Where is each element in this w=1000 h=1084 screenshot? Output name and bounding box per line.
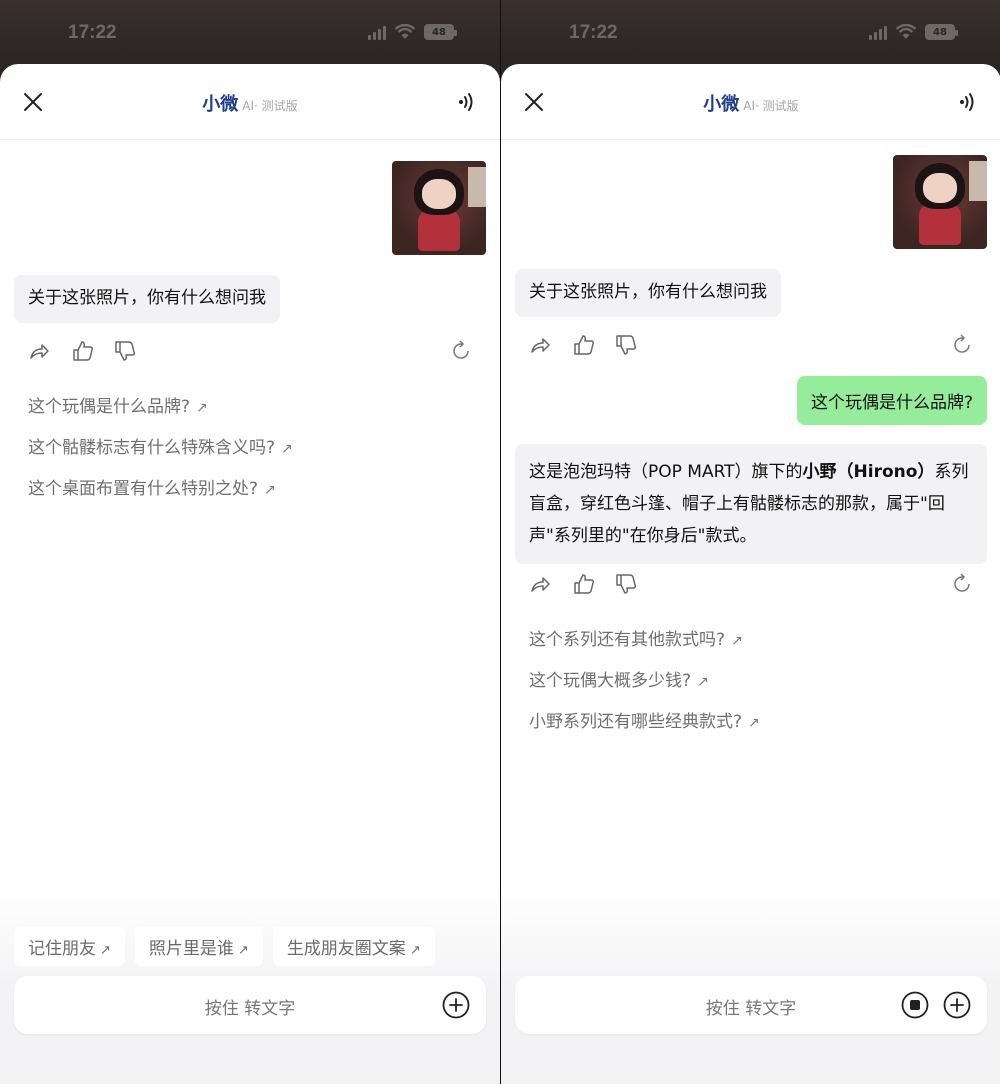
system-icons: 48	[368, 24, 457, 40]
system-icons: 48	[869, 24, 958, 40]
signal-icon	[368, 24, 386, 40]
arrow-icon: ↗	[237, 943, 249, 958]
regenerate-icon[interactable]	[951, 573, 973, 595]
voice-input-bar[interactable]: 按住 转文字	[14, 976, 486, 1034]
reply-text-part: 这是泡泡玛特（POP MART）旗下的	[529, 462, 803, 482]
share-icon[interactable]	[529, 334, 551, 356]
ai-message-bubble: 关于这张照片，你有什么想问我	[515, 269, 781, 317]
photo-figure-face	[923, 173, 957, 203]
signal-icon	[869, 24, 887, 40]
arrow-icon: ↗	[748, 715, 760, 731]
suggestion-label: 这个桌面布置有什么特别之处?	[28, 479, 259, 499]
voice-playback-icon[interactable]	[957, 90, 977, 114]
suggestion-label: 这个玩偶大概多少钱?	[529, 671, 692, 691]
arrow-icon: ↗	[264, 482, 276, 498]
assistant-subtitle: AI· 测试版	[743, 99, 799, 113]
status-bar: 17:22 48	[0, 0, 500, 64]
voice-playback-icon[interactable]	[456, 90, 476, 114]
chip-moments-caption[interactable]: 生成朋友圈文案 ↗	[272, 927, 435, 966]
user-photo-message[interactable]	[893, 155, 987, 249]
message-actions	[529, 334, 973, 358]
plus-icon[interactable]	[442, 991, 470, 1019]
message-actions	[529, 573, 973, 597]
chip-label: 生成朋友圈文案	[286, 939, 406, 959]
ai-reply-bubble: 这是泡泡玛特（POP MART）旗下的小野（Hirono）系列盲盒，穿红色斗篷、…	[515, 444, 987, 564]
photo-figure-body	[418, 209, 460, 251]
user-photo-message[interactable]	[392, 161, 486, 255]
user-message-bubble: 这个玩偶是什么品牌?	[796, 376, 987, 425]
suggestion-item[interactable]: 小野系列还有哪些经典款式? ↗	[529, 707, 760, 732]
chat-title: 小微 AI· 测试版	[0, 90, 500, 116]
wifi-icon	[394, 24, 416, 39]
arrow-icon: ↗	[731, 633, 743, 649]
arrow-icon: ↗	[100, 943, 111, 958]
photo-background-object	[969, 161, 987, 201]
chat-header: 小微 AI· 测试版	[501, 64, 1000, 140]
status-time: 17:22	[68, 22, 117, 43]
suggestion-label: 这个骷髅标志有什么特殊含义吗?	[28, 438, 276, 458]
wifi-icon	[895, 24, 917, 39]
chat-title: 小微 AI· 测试版	[501, 90, 1000, 116]
arrow-icon: ↗	[697, 674, 709, 690]
assistant-name: 小微	[703, 94, 740, 115]
chat-header: 小微 AI· 测试版	[0, 64, 500, 140]
thumbs-up-icon[interactable]	[72, 340, 94, 362]
arrow-icon: ↗	[409, 943, 421, 958]
regenerate-icon[interactable]	[951, 334, 973, 356]
plus-icon[interactable]	[943, 991, 971, 1019]
chip-label: 记住朋友	[28, 939, 96, 959]
assistant-name: 小微	[202, 94, 239, 115]
arrow-icon: ↗	[281, 441, 293, 457]
message-actions	[28, 340, 472, 364]
suggestion-item[interactable]: 这个玩偶大概多少钱? ↗	[529, 666, 709, 691]
photo-figure-body	[919, 203, 961, 245]
share-icon[interactable]	[28, 340, 50, 362]
suggestion-label: 小野系列还有哪些经典款式?	[529, 712, 743, 732]
chat-sheet: 小微 AI· 测试版 关于这张照片，你有什么想问我 这个玩偶是什么品牌? 这是泡泡…	[501, 64, 1000, 1084]
stop-icon[interactable]	[901, 991, 929, 1019]
screen-left: 17:22 48 小微 AI· 测试版 关于这张照片，你有什么想问我 这个玩偶是什…	[0, 0, 500, 1084]
suggestion-item[interactable]: 这个系列还有其他款式吗? ↗	[529, 625, 743, 650]
thumbs-up-icon[interactable]	[573, 334, 595, 356]
assistant-subtitle: AI· 测试版	[242, 99, 298, 113]
chat-sheet: 小微 AI· 测试版 关于这张照片，你有什么想问我 这个玩偶是什么品牌? ↗ 这个骷…	[0, 64, 500, 1084]
battery-icon: 48	[424, 24, 457, 40]
ai-message-bubble: 关于这张照片，你有什么想问我	[14, 275, 280, 323]
suggestion-item[interactable]: 这个骷髅标志有什么特殊含义吗? ↗	[28, 433, 293, 458]
suggestion-item[interactable]: 这个玩偶是什么品牌? ↗	[28, 392, 208, 417]
suggestion-label: 这个系列还有其他款式吗?	[529, 630, 726, 650]
regenerate-icon[interactable]	[450, 340, 472, 362]
share-icon[interactable]	[529, 573, 551, 595]
thumbs-up-icon[interactable]	[573, 573, 595, 595]
thumbs-down-icon[interactable]	[615, 573, 637, 595]
status-bar: 17:22 48	[501, 0, 1000, 64]
thumbs-down-icon[interactable]	[615, 334, 637, 356]
voice-input-bar[interactable]: 按住 转文字	[515, 976, 987, 1034]
suggestion-label: 这个玩偶是什么品牌?	[28, 397, 191, 417]
quick-action-chips: 记住朋友 ↗ 照片里是谁 ↗ 生成朋友圈文案 ↗	[14, 927, 435, 966]
thumbs-down-icon[interactable]	[114, 340, 136, 362]
battery-icon: 48	[925, 24, 958, 40]
reply-brand-name: 小野（Hirono）	[802, 462, 935, 482]
chip-remember-friend[interactable]: 记住朋友 ↗	[14, 927, 125, 966]
photo-figure-face	[422, 179, 456, 209]
status-time: 17:22	[569, 22, 618, 43]
arrow-icon: ↗	[196, 400, 208, 416]
screen-right: 17:22 48 小微 AI· 测试版 关于这张照片，你有什么想问我 这个玩偶是什…	[500, 0, 1000, 1084]
chip-label: 照片里是谁	[148, 939, 234, 959]
hold-to-talk-label: 按住 转文字	[204, 999, 296, 1019]
photo-background-object	[468, 167, 486, 207]
chip-who-in-photo[interactable]: 照片里是谁 ↗	[134, 927, 263, 966]
suggestion-item[interactable]: 这个桌面布置有什么特别之处? ↗	[28, 474, 276, 499]
